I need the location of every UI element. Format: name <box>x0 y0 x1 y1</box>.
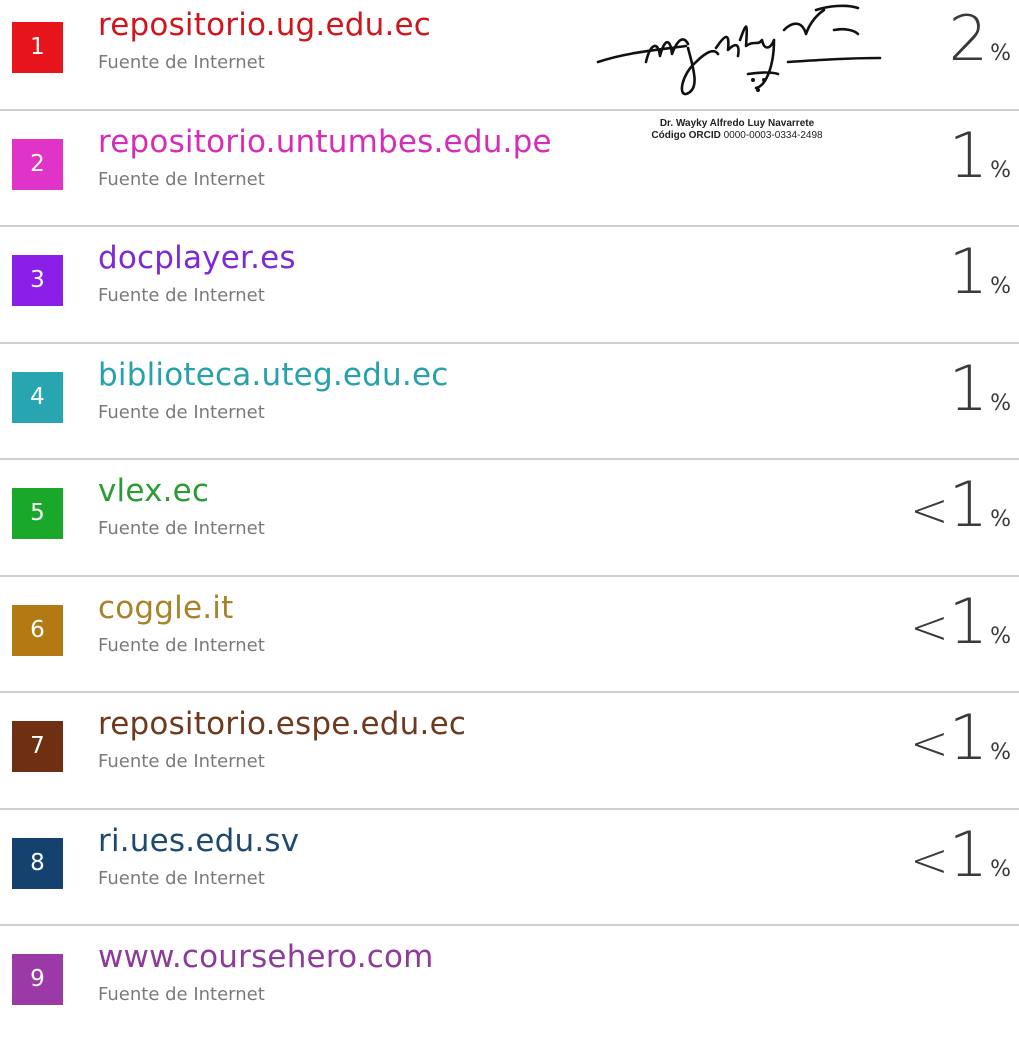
source-index-badge: 3 <box>12 255 63 306</box>
percent-sign: % <box>990 157 1011 183</box>
source-index-badge: 9 <box>12 954 63 1005</box>
source-index-badge: 8 <box>12 837 63 889</box>
similarity-percentage: <1% <box>910 468 1011 541</box>
source-row[interactable]: 4 biblioteca.uteg.edu.ec Fuente de Interne… <box>0 352 1019 475</box>
percentage-value: 1 <box>948 701 988 774</box>
similarity-percentage: <1% <box>910 701 1011 774</box>
similarity-percentage: <1% <box>910 818 1011 891</box>
source-title[interactable]: docplayer.es <box>98 239 296 277</box>
percent-sign: % <box>990 856 1011 882</box>
source-index-badge: 5 <box>12 488 63 539</box>
source-row[interactable]: 6 coggle.it Fuente de Internet <1% <box>0 585 1019 708</box>
signer-name: Dr. Wayky Alfredo Luy Navarrete <box>659 118 815 129</box>
source-type: Fuente de Internet <box>98 285 265 306</box>
source-title[interactable]: coggle.it <box>98 589 233 627</box>
source-type: Fuente de Internet <box>98 634 265 656</box>
source-index-badge: 7 <box>12 721 63 772</box>
percent-sign: % <box>990 390 1011 416</box>
percent-sign: % <box>990 41 1011 66</box>
percentage-value: 1 <box>948 584 988 658</box>
source-title[interactable]: www.coursehero.com <box>98 938 434 976</box>
source-title[interactable]: repositorio.espe.edu.ec <box>98 705 466 743</box>
less-than-sign: < <box>910 599 949 654</box>
percentage-value: 1 <box>948 235 988 308</box>
source-type: Fuente de Internet <box>98 518 265 539</box>
percent-sign: % <box>990 623 1011 649</box>
percentage-value: 2 <box>948 2 988 75</box>
source-row[interactable]: 5 vlex.ec Fuente de Internet <1% <box>0 468 1019 591</box>
row-divider <box>0 225 1019 227</box>
source-row[interactable]: 9 www.coursehero.com Fuente de Internet <box>0 938 1019 1057</box>
source-row[interactable]: 7 repositorio.espe.edu.ec Fuente de Intern… <box>0 701 1019 824</box>
percent-sign: % <box>990 740 1011 765</box>
handwritten-signature <box>596 4 882 96</box>
similarity-percentage: 2% <box>949 2 1011 75</box>
row-divider <box>0 341 1019 344</box>
percentage-value: 1 <box>948 817 988 891</box>
row-divider <box>0 458 1019 460</box>
percent-sign: % <box>990 274 1011 299</box>
signer-orcid: Código ORCID 0000-0003-0334-2498 <box>602 130 872 142</box>
source-title[interactable]: ri.ues.edu.sv <box>98 822 299 860</box>
source-row[interactable]: 8 ri.ues.edu.sv Fuente de Internet <1% <box>0 818 1019 941</box>
row-divider <box>0 924 1019 926</box>
source-title[interactable]: vlex.ec <box>98 472 209 510</box>
row-divider <box>0 574 1019 577</box>
source-title[interactable]: biblioteca.uteg.edu.ec <box>98 356 448 394</box>
orcid-value: 0000-0003-0334-2498 <box>723 130 823 141</box>
row-divider <box>0 807 1019 810</box>
percent-sign: % <box>990 507 1011 532</box>
source-type: Fuente de Internet <box>98 168 265 190</box>
similarity-percentage: 1% <box>949 352 1011 425</box>
orcid-label: Código ORCID <box>651 130 721 141</box>
row-divider <box>0 691 1019 693</box>
source-index-badge: 4 <box>12 371 63 423</box>
signer-caption: Dr. Wayky Alfredo Luy Navarrete Código O… <box>602 118 872 142</box>
source-title[interactable]: repositorio.ug.edu.ec <box>98 6 431 44</box>
source-type: Fuente de Internet <box>98 867 265 889</box>
similarity-percentage: 1% <box>949 119 1011 192</box>
source-type: Fuente de Internet <box>98 751 265 772</box>
similarity-percentage: 1% <box>949 235 1011 308</box>
source-title[interactable]: repositorio.untumbes.edu.pe <box>98 123 552 161</box>
source-type: Fuente de Internet <box>98 52 265 73</box>
row-divider <box>0 108 1019 111</box>
source-index-badge: 2 <box>12 138 63 190</box>
source-index-badge: 1 <box>12 22 63 73</box>
percentage-value: 1 <box>948 118 988 192</box>
less-than-sign: < <box>910 483 949 537</box>
source-row[interactable]: 3 docplayer.es Fuente de Internet 1% <box>0 235 1019 358</box>
similarity-percentage: <1% <box>910 585 1011 658</box>
percentage-value: 1 <box>948 351 988 425</box>
percentage-value: 1 <box>948 468 988 541</box>
source-index-badge: 6 <box>12 604 63 656</box>
less-than-sign: < <box>910 716 949 770</box>
source-type: Fuente de Internet <box>98 401 265 423</box>
source-type: Fuente de Internet <box>98 984 265 1005</box>
less-than-sign: < <box>910 832 949 887</box>
